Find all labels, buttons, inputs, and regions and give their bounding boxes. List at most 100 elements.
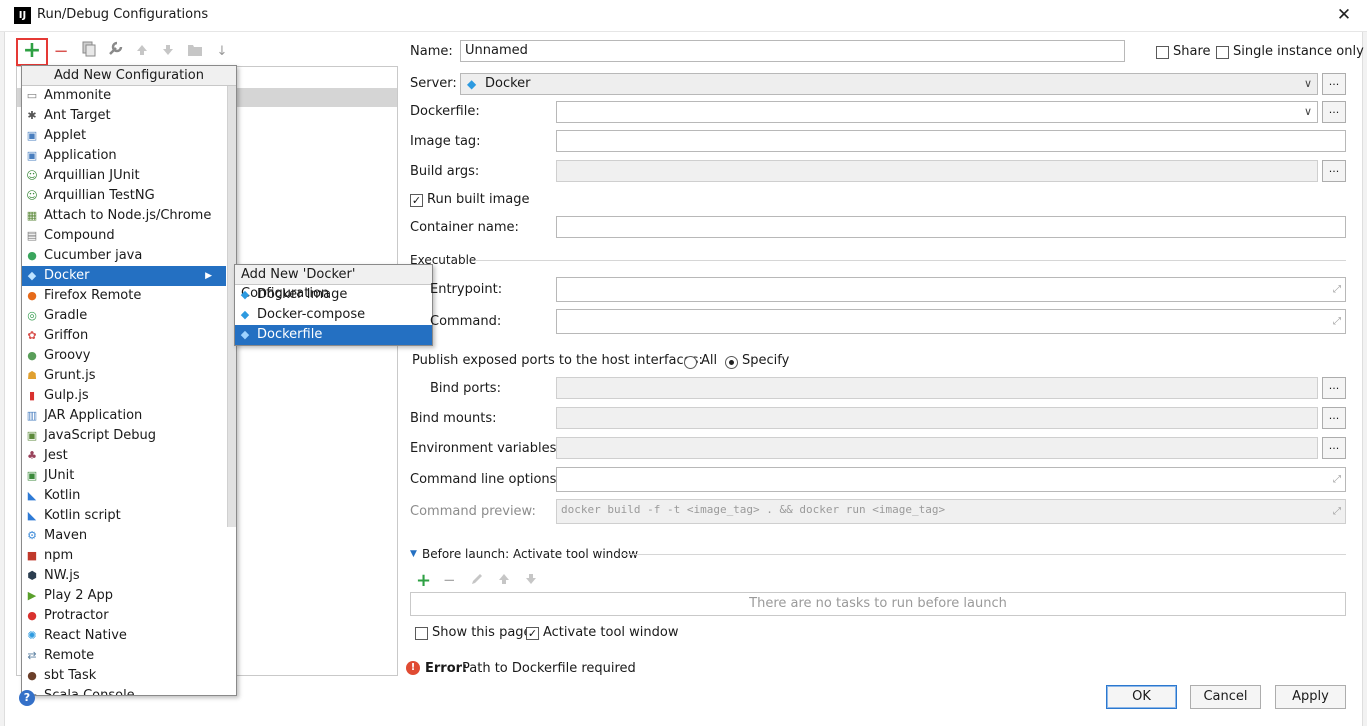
add-configuration-button[interactable]: + [16,38,48,66]
build-args-browse-button[interactable]: ... [1322,160,1346,182]
cancel-button[interactable]: Cancel [1190,685,1261,709]
edit-defaults-button[interactable] [104,41,126,63]
bind-ports-input[interactable] [556,377,1318,399]
gradle-icon: ◎ [27,309,37,322]
menu-item-react-native[interactable]: ✺ React Native [22,626,226,646]
menu-item-griffon[interactable]: ✿ Griffon [22,326,226,346]
move-down-button[interactable] [157,41,179,63]
submenu-item-docker-image[interactable]: ◆ Docker Image [235,285,432,305]
activate-tool-window-checkbox[interactable]: ✓ [526,627,539,640]
publish-all-radio[interactable] [684,356,697,369]
before-launch-task-list[interactable]: There are no tasks to run before launch [410,592,1346,616]
copy-configuration-button[interactable] [77,41,99,63]
menu-item-kotlin[interactable]: ◣ Kotlin [22,486,226,506]
executable-separator [475,260,1346,261]
bind-ports-browse-button[interactable]: ... [1322,377,1346,399]
apply-button[interactable]: Apply [1275,685,1346,709]
dockerfile-browse-button[interactable]: ... [1322,101,1346,123]
expand-icon[interactable]: ⤢ [1333,470,1341,490]
chevron-down-icon: ∨ [1303,105,1312,118]
close-icon[interactable]: ✕ [1332,2,1356,28]
menu-item-sbt-task[interactable]: ● sbt Task [22,666,226,686]
add-task-button[interactable]: + [416,570,431,591]
menu-item-gradle[interactable]: ◎ Gradle [22,306,226,326]
image-tag-input[interactable] [556,130,1346,152]
docker-submenu: Add New 'Docker' Configuration ◆ Docker … [234,264,433,346]
menu-item-junit[interactable]: ▣ JUnit [22,466,226,486]
menu-item-kotlin-script[interactable]: ◣ Kotlin script [22,506,226,526]
menu-item-docker[interactable]: ◆ Docker ▶ [22,266,226,286]
remove-task-button[interactable]: − [443,571,456,589]
server-browse-button[interactable]: ... [1322,73,1346,95]
menu-item-groovy[interactable]: ● Groovy [22,346,226,366]
expand-icon[interactable]: ⤢ [1333,502,1341,522]
menu-item-compound[interactable]: ▤ Compound [22,226,226,246]
run-built-image-checkbox[interactable]: ✓ [410,194,423,207]
task-down-button[interactable] [524,572,538,590]
menu-item-attach-to-node-js-chrome[interactable]: ▦ Attach to Node.js/Chrome [22,206,226,226]
menu-item-label: npm [44,548,74,563]
entrypoint-label: Entrypoint: [430,282,503,297]
submenu-item-dockerfile[interactable]: ◆ Dockerfile [235,325,432,345]
single-instance-checkbox[interactable] [1216,46,1229,59]
menu-item-jar-application[interactable]: ▥ JAR Application [22,406,226,426]
before-launch-title[interactable]: Before launch: Activate tool window [422,547,638,561]
gulp-icon: ▮ [28,389,36,402]
ok-button[interactable]: OK [1106,685,1177,709]
menu-item-label: Griffon [44,328,89,343]
show-page-checkbox[interactable] [415,627,428,640]
cmd-options-input[interactable]: ⤢ [556,467,1346,492]
command-label: Command: [430,314,502,329]
menu-item-arquillian-testng[interactable]: ☺ Arquillian TestNG [22,186,226,206]
dockerfile-select[interactable]: ∨ [556,101,1318,123]
task-up-button[interactable] [497,572,511,590]
move-up-button[interactable] [131,41,153,63]
cmd-options-label: Command line options: [410,472,561,487]
menu-item-jest[interactable]: ♣ Jest [22,446,226,466]
menu-item-npm[interactable]: ■ npm [22,546,226,566]
menu-item-gulp-js[interactable]: ▮ Gulp.js [22,386,226,406]
pencil-icon [472,574,482,584]
name-input[interactable]: Unnamed [460,40,1125,62]
command-input[interactable]: ⤢ [556,309,1346,334]
menu-item-firefox-remote[interactable]: ● Firefox Remote [22,286,226,306]
menu-item-label: Arquillian TestNG [44,188,155,203]
menu-item-cucumber-java[interactable]: ● Cucumber java [22,246,226,266]
menu-item-label: Protractor [44,608,109,623]
sort-button[interactable]: ↓ [211,41,233,63]
menu-item-protractor[interactable]: ● Protractor [22,606,226,626]
menu-item-maven[interactable]: ⚙ Maven [22,526,226,546]
menu-item-arquillian-junit[interactable]: ☺ Arquillian JUnit [22,166,226,186]
menu-item-label: Maven [44,528,88,543]
menu-item-grunt-js[interactable]: ☗ Grunt.js [22,366,226,386]
container-name-input[interactable] [556,216,1346,238]
env-vars-browse-button[interactable]: ... [1322,437,1346,459]
entrypoint-input[interactable]: ⤢ [556,277,1346,302]
publish-specify-radio[interactable] [725,356,738,369]
menu-item-javascript-debug[interactable]: ▣ JavaScript Debug [22,426,226,446]
expand-icon[interactable]: ⤢ [1333,312,1341,332]
collapse-triangle-icon[interactable]: ▼ [410,549,417,559]
junit-icon: ▣ [26,469,38,482]
folder-button[interactable] [184,41,206,63]
submenu-item-docker-compose[interactable]: ◆ Docker-compose [235,305,432,325]
env-vars-input[interactable] [556,437,1318,459]
env-vars-label: Environment variables: [410,441,561,456]
menu-item-play-2-app[interactable]: ▶ Play 2 App [22,586,226,606]
share-checkbox[interactable] [1156,46,1169,59]
expand-icon[interactable]: ⤢ [1333,280,1341,300]
edit-task-button[interactable] [470,572,484,590]
bind-mounts-browse-button[interactable]: ... [1322,407,1346,429]
server-select[interactable]: ◆ Docker ∨ [460,73,1318,95]
menu-item-remote[interactable]: ⇄ Remote [22,646,226,666]
remove-configuration-button[interactable]: − [50,41,72,63]
help-icon[interactable]: ? [19,690,35,706]
menu-item-applet[interactable]: ▣ Applet [22,126,226,146]
menu-item-nw-js[interactable]: ⬢ NW.js [22,566,226,586]
menu-item-application[interactable]: ▣ Application [22,146,226,166]
build-args-input[interactable] [556,160,1318,182]
menu-item-ant-target[interactable]: ✱ Ant Target [22,106,226,126]
menu-item-scala-console[interactable]: ▭Scala Console [22,686,226,695]
bind-mounts-input[interactable] [556,407,1318,429]
menu-item-ammonite[interactable]: ▭ Ammonite [22,86,226,106]
